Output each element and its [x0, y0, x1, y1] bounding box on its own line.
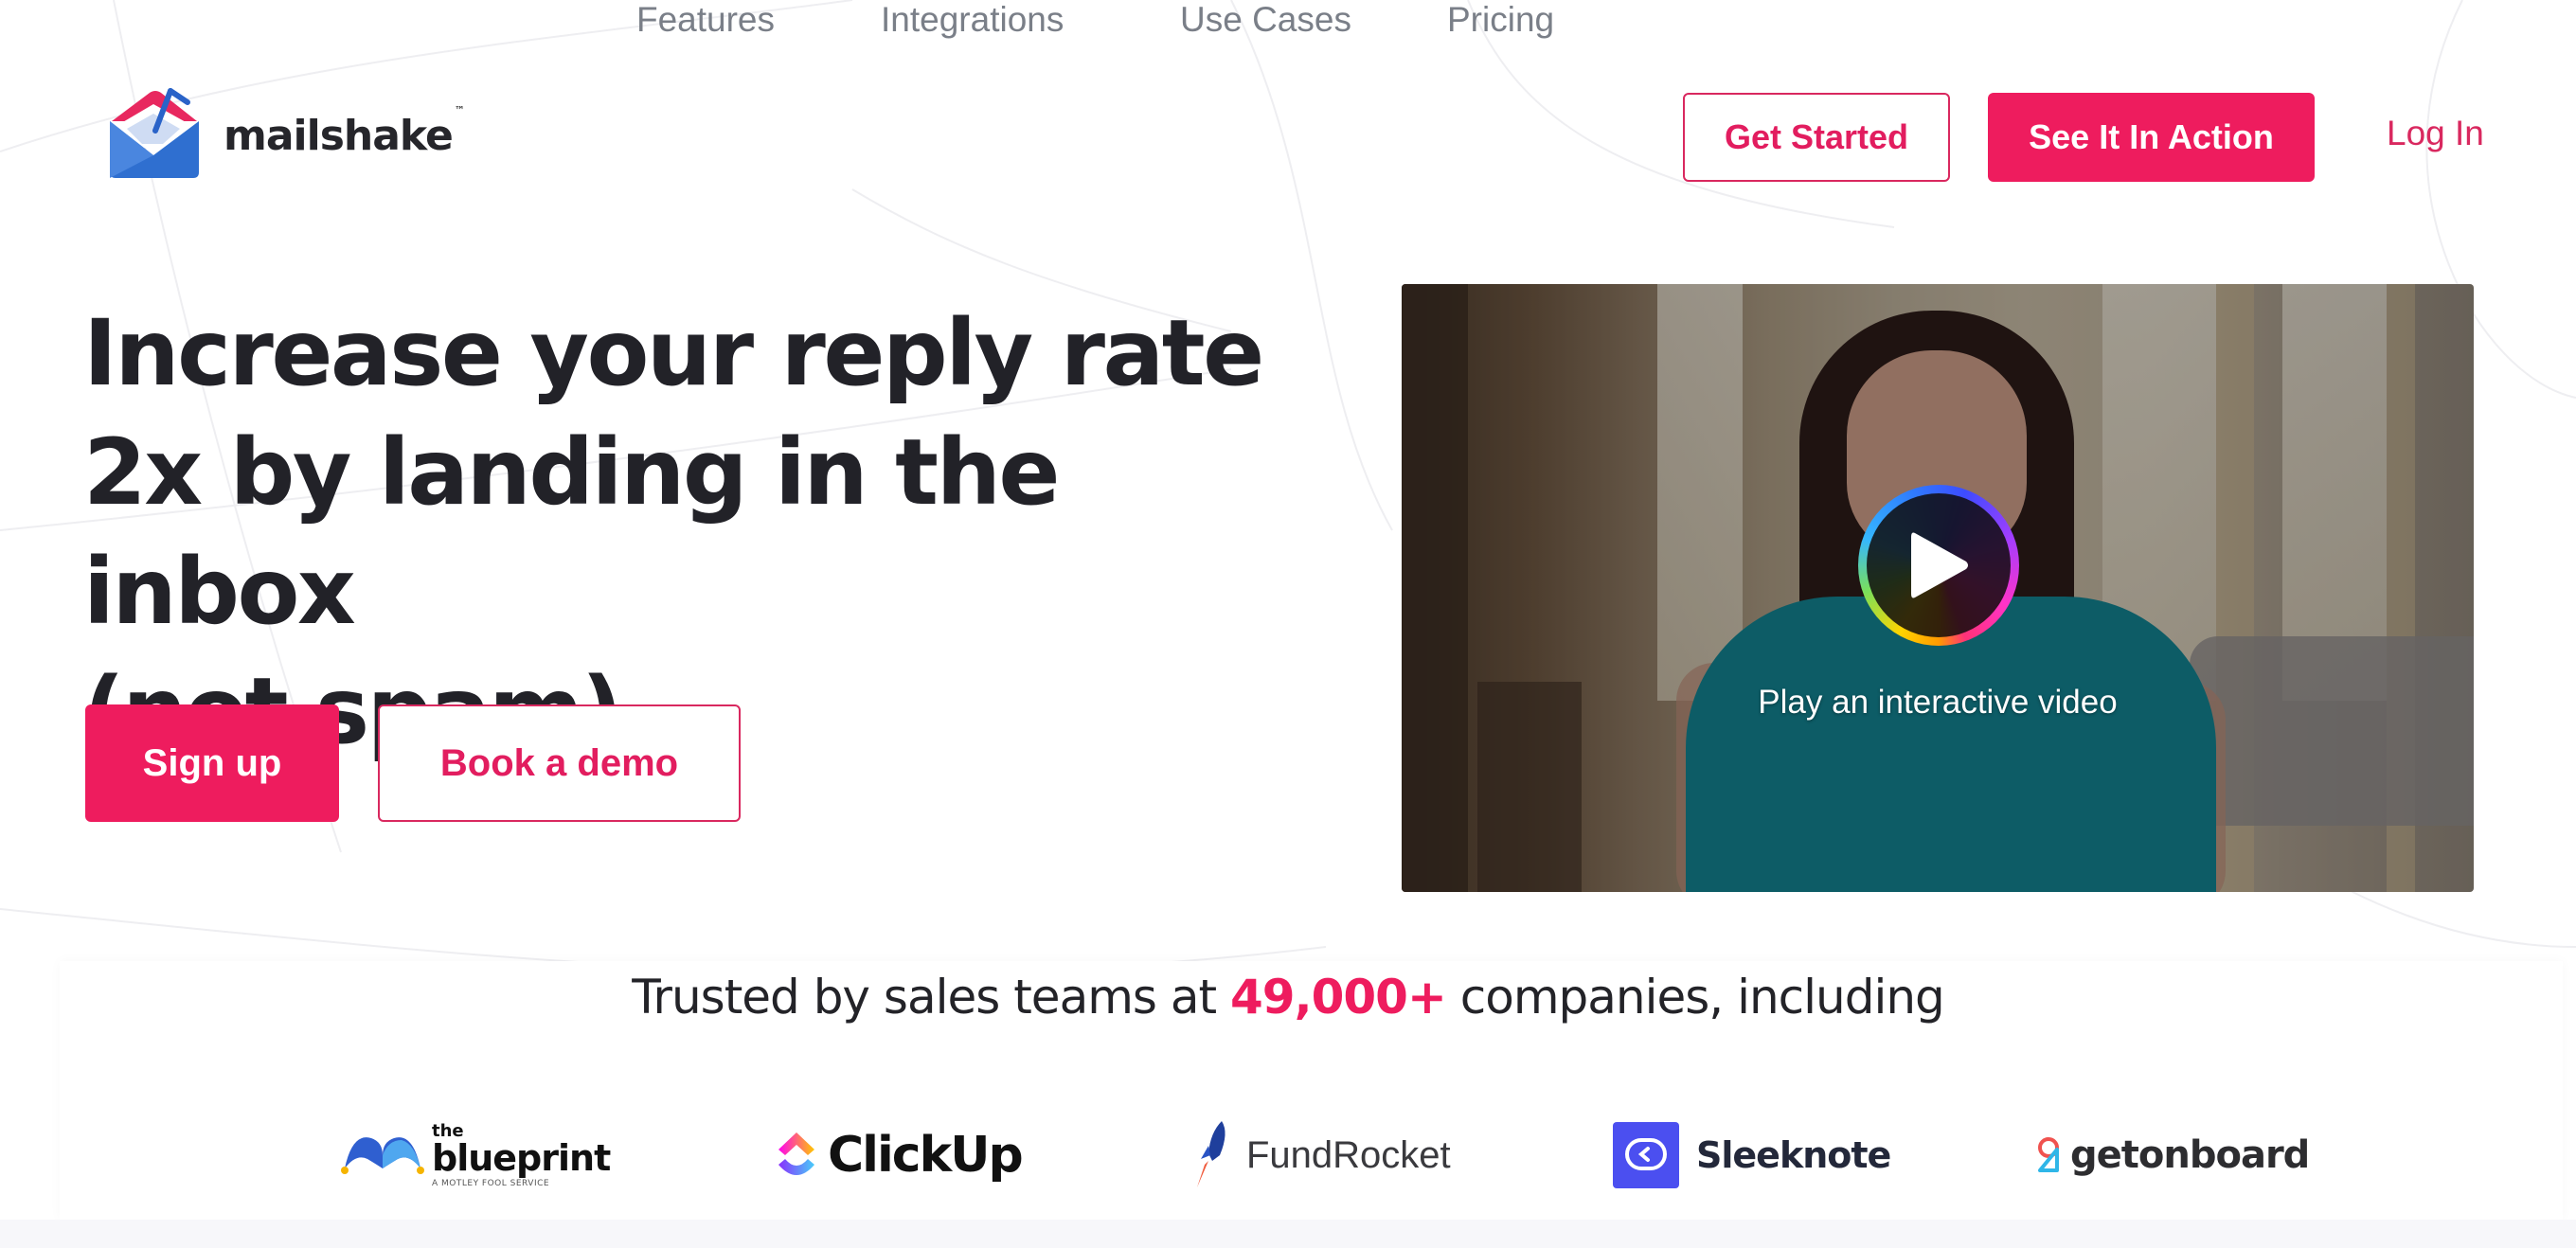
get-started-button[interactable]: Get Started: [1683, 93, 1950, 182]
see-it-in-action-button[interactable]: See It In Action: [1988, 93, 2315, 182]
video-caption: Play an interactive video: [1758, 684, 2118, 721]
clickup-icon: [778, 1132, 814, 1175]
trusted-by-text: Trusted by sales teams at 49,000+ compan…: [0, 970, 2576, 1025]
interactive-video-player[interactable]: Play an interactive video: [1402, 284, 2474, 892]
getonboard-name: getonboard: [2070, 1133, 2310, 1177]
nav-use-cases[interactable]: Use Cases: [1180, 0, 1351, 40]
trusted-suffix: companies, including: [1445, 970, 1945, 1025]
customer-logos: the blueprint A MOTLEY FOOL SERVICE Clic…: [0, 1108, 2576, 1203]
logo-fundrocket: FundRocket: [1191, 1108, 1451, 1203]
sign-up-button[interactable]: Sign up: [85, 704, 339, 822]
hero-title: Increase your reply rate 2x by landing i…: [83, 294, 1315, 771]
nav-pricing[interactable]: Pricing: [1447, 0, 1554, 40]
login-link[interactable]: Log In: [2387, 114, 2484, 153]
clickup-name: ClickUp: [828, 1127, 1024, 1184]
logo-blueprint: the blueprint A MOTLEY FOOL SERVICE: [339, 1108, 611, 1203]
book-demo-button[interactable]: Book a demo: [378, 704, 741, 822]
envelope-logo-icon: [110, 88, 199, 178]
logo-sleeknote: Sleeknote: [1613, 1108, 1891, 1203]
blueprint-name: blueprint: [432, 1136, 611, 1179]
logo-clickup: ClickUp: [775, 1108, 1024, 1203]
jester-hat-icon: [341, 1137, 424, 1174]
nav-features[interactable]: Features: [636, 0, 775, 40]
nav-integrations[interactable]: Integrations: [881, 0, 1064, 40]
speech-bubble-icon: [1625, 1138, 1667, 1170]
rocket-icon: [1197, 1121, 1225, 1187]
play-button[interactable]: [1858, 485, 2019, 646]
fundrocket-name: FundRocket: [1246, 1133, 1451, 1176]
sleeknote-name: Sleeknote: [1696, 1134, 1891, 1176]
logo-getonboard: getonboard: [2034, 1108, 2310, 1203]
play-button-inner: [1867, 493, 2011, 637]
blueprint-tagline: A MOTLEY FOOL SERVICE: [432, 1178, 550, 1188]
site-header: mailshake™ Features Integrations Use Cas…: [0, 0, 2576, 189]
brand-name: mailshake™: [224, 103, 465, 160]
trusted-prefix: Trusted by sales teams at: [632, 970, 1230, 1025]
mailshake-logo[interactable]: mailshake™: [106, 85, 465, 180]
bottom-band: [0, 1220, 2576, 1248]
sleeknote-icon: [1613, 1122, 1679, 1188]
play-icon: [1911, 532, 1968, 598]
hero-title-line: 2x by landing in the inbox: [83, 419, 1061, 645]
getonboard-icon: [2038, 1137, 2059, 1172]
hero-title-line: Increase your reply rate: [83, 300, 1264, 406]
company-count: 49,000+: [1230, 970, 1447, 1025]
